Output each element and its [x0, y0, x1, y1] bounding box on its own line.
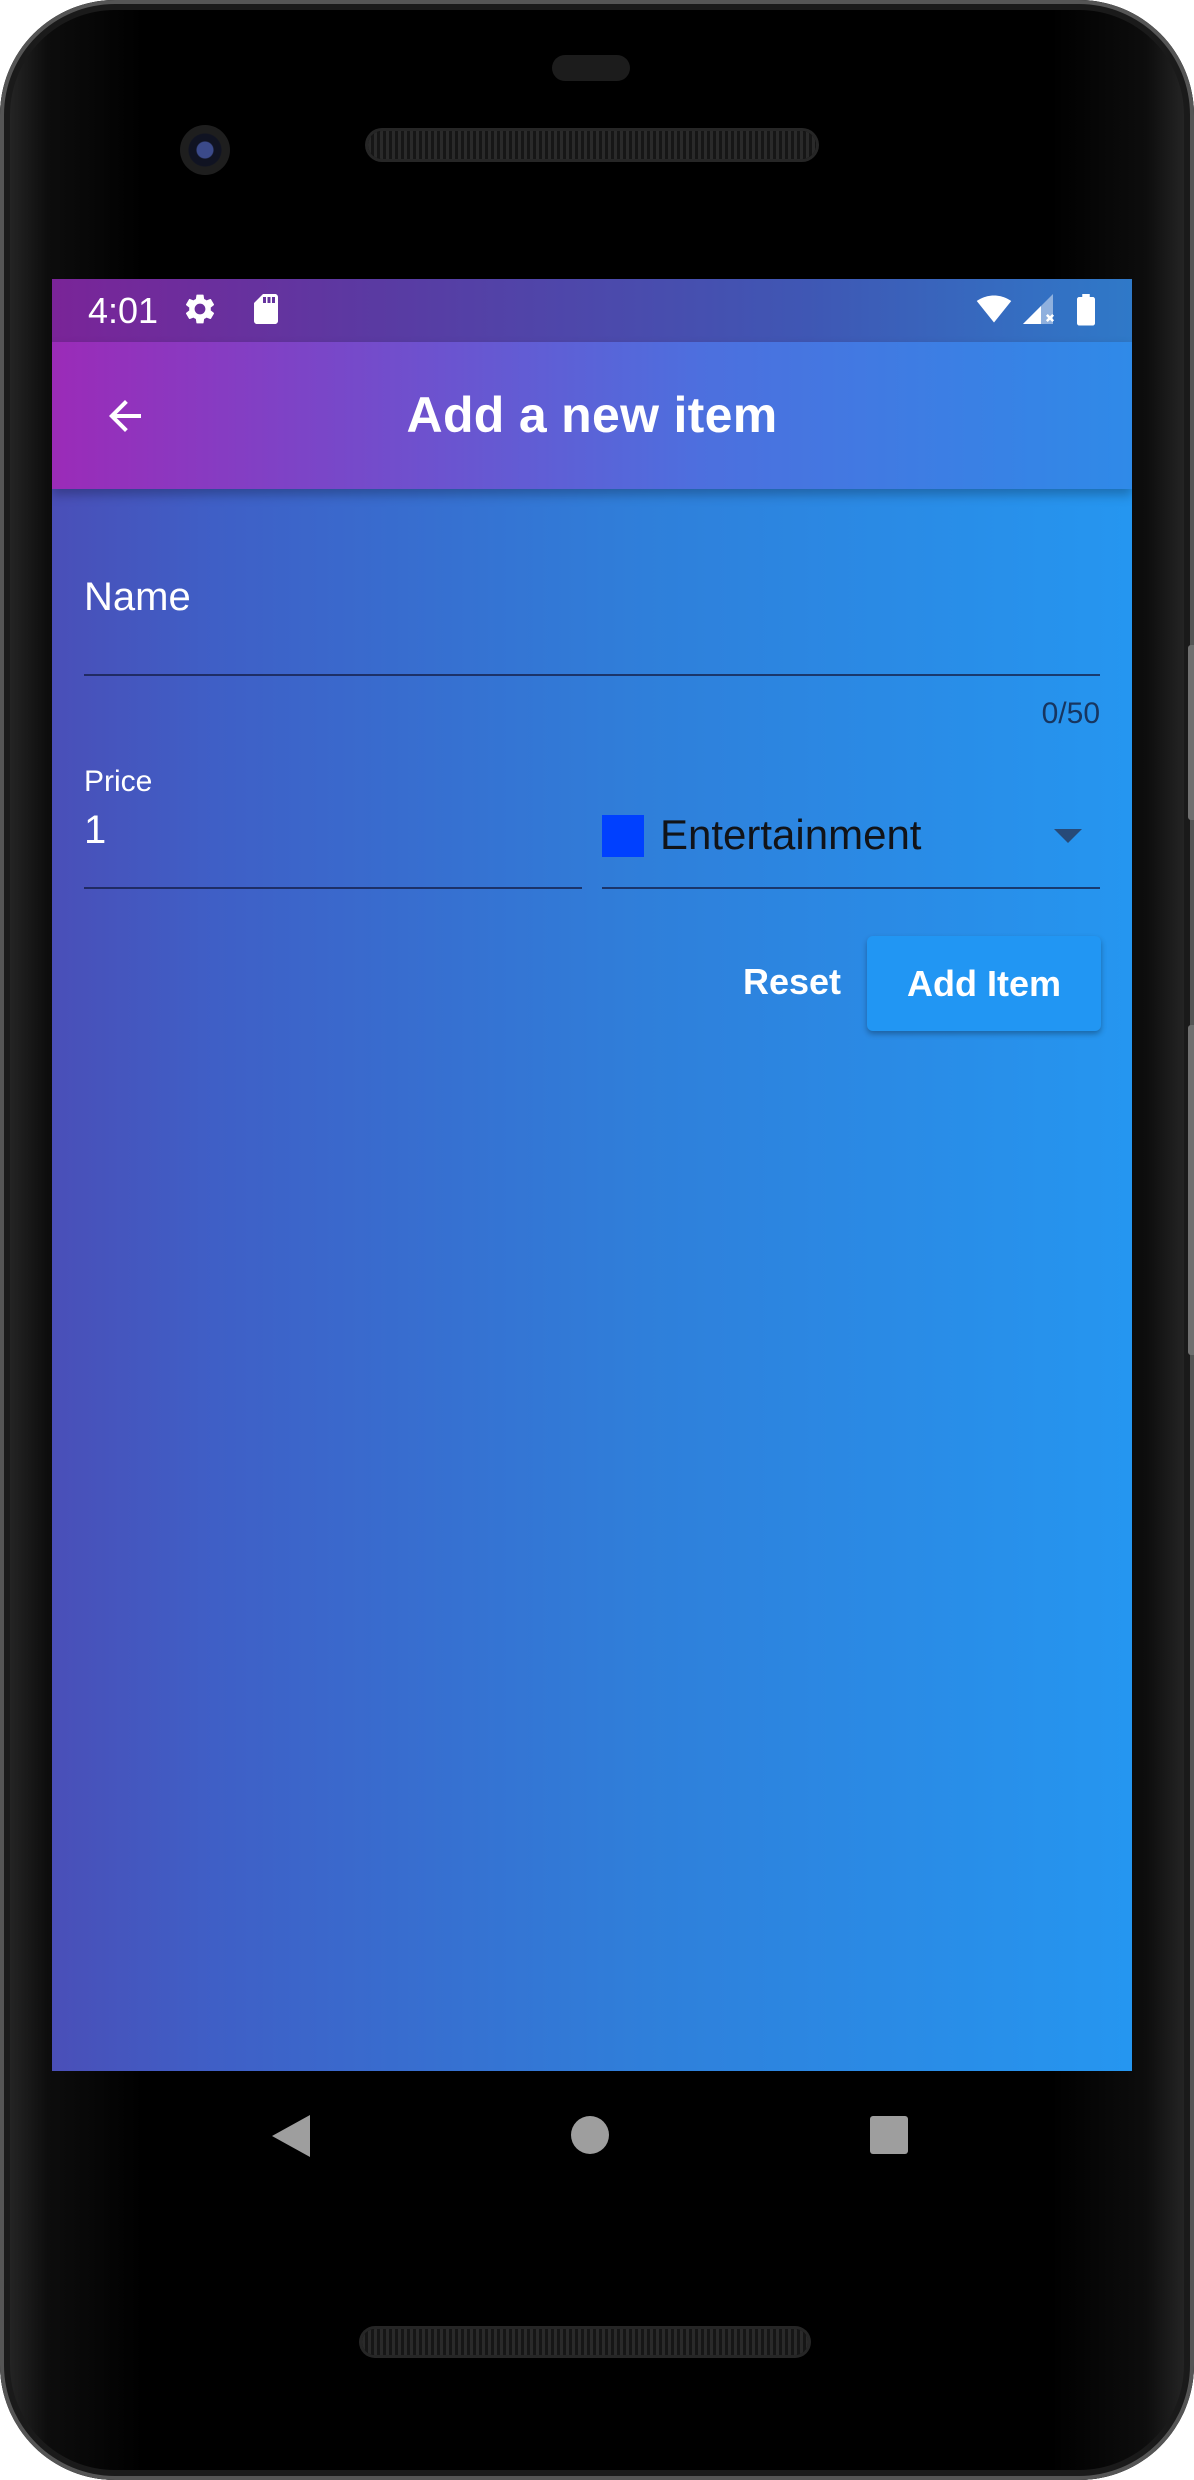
nav-back-icon[interactable] — [270, 2113, 312, 2159]
reset-button[interactable]: Reset — [707, 934, 877, 1030]
price-label: Price — [84, 765, 153, 798]
name-input[interactable]: Name — [84, 569, 1100, 676]
battery-icon — [1077, 294, 1095, 326]
sd-card-icon — [254, 294, 278, 324]
status-bar: 4:01 — [52, 279, 1132, 342]
name-character-counter: 0/50 — [1041, 697, 1100, 730]
add-item-button[interactable]: Add Item — [867, 936, 1101, 1031]
settings-icon — [185, 294, 215, 324]
category-selected-value: Entertainment — [660, 811, 922, 858]
status-time: 4:01 — [88, 290, 159, 331]
nav-recents-icon[interactable] — [870, 2116, 908, 2154]
name-label: Name — [84, 575, 191, 619]
wifi-icon — [976, 295, 1012, 323]
dropdown-arrow-icon — [1054, 829, 1082, 843]
volume-button — [1188, 1025, 1194, 1355]
earpiece — [552, 55, 630, 81]
top-speaker-grille — [368, 131, 816, 159]
page-title: Add a new item — [406, 387, 778, 443]
cell-signal-icon — [1023, 294, 1055, 324]
screen: 4:01 Add a new item Name 0/50 Price 1 En… — [52, 279, 1132, 2071]
name-underline — [84, 674, 1100, 676]
phone-frame: 4:01 Add a new item Name 0/50 Price 1 En… — [0, 0, 1194, 2480]
price-input[interactable]: Price 1 — [84, 762, 582, 889]
front-camera — [180, 125, 230, 175]
bottom-speaker-grille — [362, 2329, 808, 2355]
category-underline — [602, 887, 1100, 889]
category-color-swatch — [602, 815, 644, 857]
app-bar: Add a new item — [52, 342, 1132, 489]
power-button — [1188, 645, 1194, 820]
price-underline — [84, 887, 582, 889]
category-dropdown[interactable]: Entertainment — [602, 789, 1100, 889]
price-value: 1 — [84, 808, 107, 852]
nav-home-icon[interactable] — [571, 2116, 609, 2154]
